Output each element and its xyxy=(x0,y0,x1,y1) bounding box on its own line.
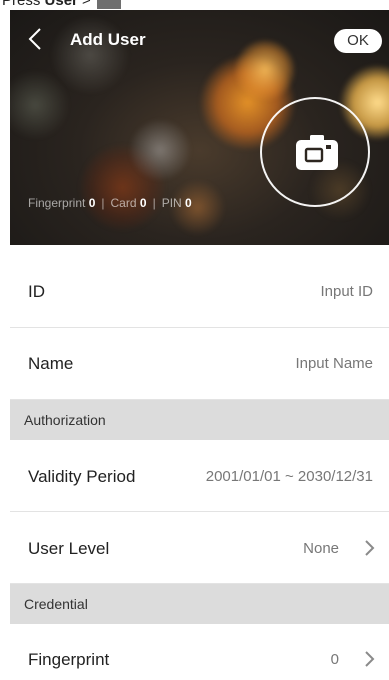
id-input[interactable]: Input ID xyxy=(320,283,373,300)
validity-period-label: Validity Period xyxy=(28,467,136,486)
name-row[interactable]: Name Input Name xyxy=(10,328,389,400)
caption-bold: User xyxy=(44,0,78,9)
fingerprint-row[interactable]: Fingerprint 0 xyxy=(10,624,389,680)
id-row[interactable]: ID Input ID xyxy=(10,245,389,328)
summary-separator: | xyxy=(101,196,105,210)
back-button[interactable] xyxy=(24,26,48,52)
validity-period-row[interactable]: Validity Period 2001/01/01 ~ 2030/12/31 xyxy=(10,440,389,512)
validity-period-value: 2001/01/01 ~ 2030/12/31 xyxy=(205,468,373,485)
summary-card-count: 0 xyxy=(139,196,147,210)
summary-card-label: Card xyxy=(110,196,137,210)
page-title: Add User xyxy=(70,30,146,49)
user-level-row[interactable]: User Level None xyxy=(10,512,389,584)
profile-photo-area: Add User OK Fingerprint 0 | Card 0 | PIN 0 xyxy=(10,10,389,245)
credential-section-header: Credential xyxy=(10,584,389,624)
summary-pin-count: 0 xyxy=(185,196,192,210)
chevron-right-icon xyxy=(365,651,375,667)
summary-separator: | xyxy=(152,196,156,210)
chevron-right-icon xyxy=(365,540,375,556)
id-label: ID xyxy=(28,282,45,301)
caption-button-icon xyxy=(96,0,121,10)
authorization-section-label: Authorization xyxy=(24,412,106,428)
user-level-label: User Level xyxy=(28,539,110,558)
credential-section-label: Credential xyxy=(24,596,88,612)
authorization-section-header: Authorization xyxy=(10,400,389,440)
summary-fingerprint-count: 0 xyxy=(88,196,96,210)
device-screen: Add User OK Fingerprint 0 | Card 0 | PIN 0 I… xyxy=(10,10,389,680)
ok-button[interactable]: OK xyxy=(334,29,382,53)
page: Press User > Add User OK Fingerprint 0 |… xyxy=(0,0,389,680)
fingerprint-label: Fingerprint xyxy=(28,650,110,669)
credential-summary: Fingerprint 0 | Card 0 | PIN 0 xyxy=(28,196,192,210)
camera-icon xyxy=(296,135,338,170)
app-header: Add User OK xyxy=(10,10,389,68)
back-chevron-icon xyxy=(28,28,41,50)
name-label: Name xyxy=(28,354,74,373)
name-input[interactable]: Input Name xyxy=(295,355,373,372)
summary-fingerprint-label: Fingerprint xyxy=(28,196,86,210)
summary-pin-label: PIN xyxy=(161,196,182,210)
take-photo-button[interactable] xyxy=(260,97,370,207)
user-level-value: None xyxy=(303,540,339,557)
fingerprint-value: 0 xyxy=(330,651,339,668)
bokeh-light xyxy=(130,120,190,180)
caption-suffix: > xyxy=(77,0,95,9)
caption-prefix: Press xyxy=(2,0,45,9)
instruction-caption: Press User > xyxy=(0,0,389,10)
